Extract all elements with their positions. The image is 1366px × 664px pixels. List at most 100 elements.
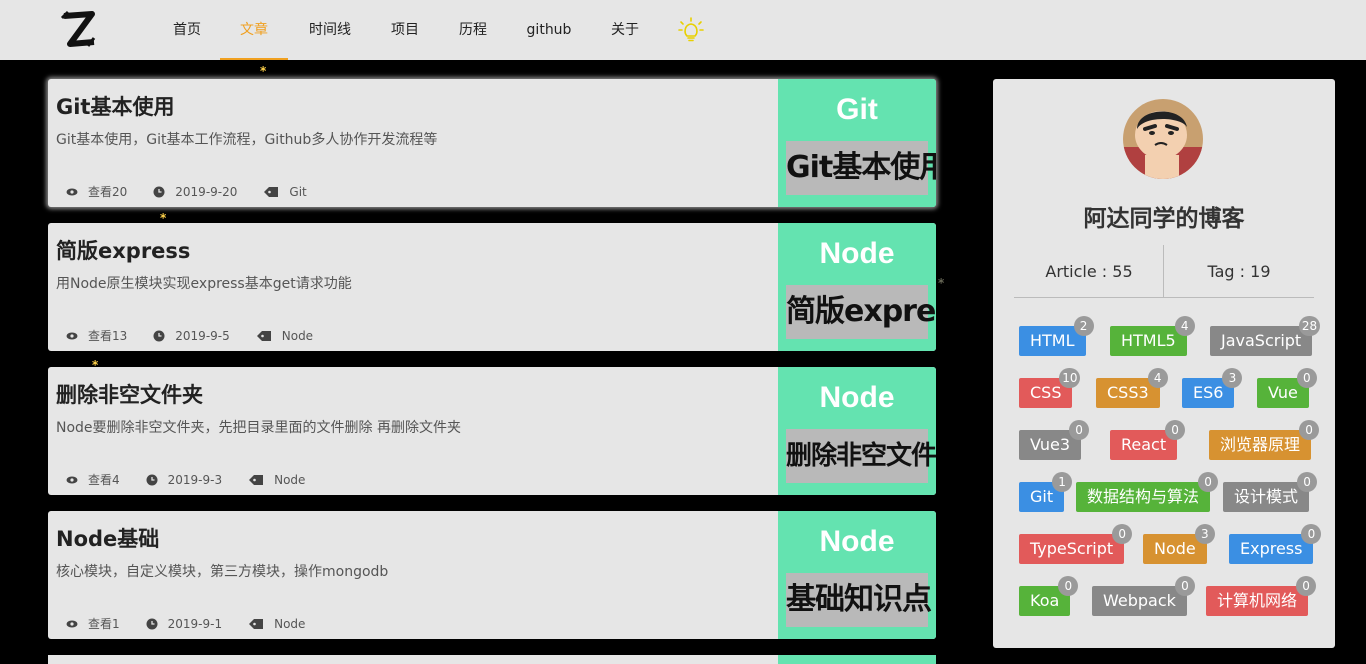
tag-webpack[interactable]: Webpack 0 [1092, 576, 1195, 616]
view-count: 查看1 [88, 617, 120, 631]
post-date: 2019-9-20 [175, 184, 238, 199]
article-desc: Node要删除非空文件夹，先把目录里面的文件删除 再删除文件夹 [56, 420, 461, 436]
article-title[interactable]: Node基础 [56, 523, 159, 553]
thumbnail-title: Node [819, 237, 895, 270]
tag-count-badge: 0 [1198, 472, 1219, 492]
thumbnail-subtitle: 删除非空文件夹 [786, 441, 936, 471]
tag-icon [256, 330, 271, 341]
eye-icon [66, 620, 78, 627]
article-thumbnail[interactable] [778, 655, 936, 664]
post-tag[interactable]: Node [274, 473, 305, 487]
sparkle-icon: * [260, 64, 267, 78]
thumbnail-subtitle: Git基本使用 [786, 150, 936, 185]
tag-node[interactable]: Node 3 [1143, 524, 1215, 564]
tag-css[interactable]: CSS 10 [1019, 368, 1081, 408]
tag-count-badge: 0 [1069, 420, 1090, 440]
tag-count-badge: 3 [1194, 524, 1215, 544]
article-card[interactable]: Node基础 核心模块，自定义模块，第三方模块，操作mongodb 查看1 20… [48, 511, 936, 639]
tag-browser-principles[interactable]: 浏览器原理 0 [1209, 420, 1320, 460]
tag-count-badge: 2 [1073, 316, 1094, 336]
nav-history[interactable]: 历程 [458, 0, 488, 60]
profile-sidebar: 阿达同学的博客 Article : 55 Tag : 19 HTML 2 HTML… [993, 79, 1335, 648]
article-title[interactable]: Git基本使用 [56, 91, 174, 121]
article-title[interactable]: 删除非空文件夹 [56, 379, 203, 409]
article-thumbnail[interactable]: Node 简版express [778, 223, 936, 351]
eye-icon [66, 332, 78, 339]
blog-stats: Article : 55 Tag : 19 [1014, 245, 1314, 298]
article-count[interactable]: Article : 55 [1014, 245, 1164, 298]
article-meta: 查看1 2019-9-1 Node [66, 615, 331, 632]
nav-articles[interactable]: 文章 [220, 0, 288, 60]
article-meta: 查看20 2019-9-20 Git [66, 183, 333, 200]
post-date: 2019-9-1 [167, 616, 223, 631]
article-card[interactable]: 删除非空文件夹 Node要删除非空文件夹，先把目录里面的文件删除 再删除文件夹 … [48, 367, 936, 495]
clock-icon [153, 186, 165, 197]
tag-html[interactable]: HTML 2 [1019, 316, 1094, 356]
article-title[interactable]: 简版express [56, 235, 190, 265]
article-thumbnail[interactable]: Git Git基本使用 [778, 79, 936, 207]
post-date: 2019-9-5 [175, 328, 230, 343]
thumbnail-title: Node [819, 381, 895, 414]
post-tag[interactable]: Node [282, 329, 313, 343]
tag-count-badge: 28 [1298, 316, 1321, 336]
nav-projects[interactable]: 项目 [390, 0, 420, 60]
tag-vue3[interactable]: Vue3 0 [1019, 420, 1090, 460]
sparkle-icon: * [938, 276, 945, 290]
tag-count-badge: 0 [1112, 524, 1133, 544]
clock-icon [153, 330, 165, 341]
top-nav: 首页 文章 时间线 项目 历程 github 关于 [0, 0, 1366, 60]
tag-css3[interactable]: CSS3 4 [1096, 368, 1168, 408]
post-tag[interactable]: Git [289, 185, 306, 199]
post-tag[interactable]: Node [274, 617, 305, 631]
tag-typescript[interactable]: TypeScript 0 [1019, 524, 1133, 564]
thumbnail-subtitle: 基础知识点 [786, 582, 932, 617]
thumbnail-title: Node [819, 525, 895, 558]
article-meta: 查看13 2019-9-5 Node [66, 327, 339, 344]
article-card[interactable] [48, 655, 936, 664]
tag-count-badge: 3 [1222, 368, 1243, 388]
article-thumbnail[interactable]: Node 基础知识点 [778, 511, 936, 639]
article-card[interactable]: Git基本使用 Git基本使用，Git基本工作流程，Github多人协作开发流程… [48, 79, 936, 207]
nav-home[interactable]: 首页 [172, 0, 202, 60]
tag-count-badge: 4 [1147, 368, 1168, 388]
view-count: 查看4 [88, 473, 120, 487]
tag-count-badge: 0 [1296, 368, 1317, 388]
tag-count-badge: 1 [1052, 472, 1073, 492]
tag-count-badge: 4 [1174, 316, 1195, 336]
lightbulb-icon[interactable] [678, 17, 704, 43]
thumbnail-title: Git [836, 93, 878, 126]
article-desc: 核心模块，自定义模块，第三方模块，操作mongodb [56, 564, 389, 580]
nav-about[interactable]: 关于 [610, 0, 640, 60]
article-card[interactable]: 简版express 用Node原生模块实现express基本get请求功能 查看… [48, 223, 936, 351]
tag-vue[interactable]: Vue 0 [1257, 368, 1317, 408]
tag-icon [249, 474, 264, 485]
nav-timeline[interactable]: 时间线 [308, 0, 352, 60]
nav-github[interactable]: github [526, 0, 572, 60]
post-date: 2019-9-3 [167, 472, 223, 487]
tag-count-badge: 0 [1174, 576, 1195, 596]
avatar[interactable] [1123, 99, 1203, 179]
clock-icon [146, 618, 158, 629]
tag-es6[interactable]: ES6 3 [1182, 368, 1243, 408]
tag-computer-networks[interactable]: 计算机网络 0 [1206, 576, 1317, 616]
tag-count-badge: 10 [1059, 368, 1081, 388]
tag-koa[interactable]: Koa 0 [1019, 576, 1079, 616]
tag-count-badge: 0 [1058, 576, 1079, 596]
eye-icon [66, 188, 78, 195]
tag-count-badge: 0 [1296, 576, 1317, 596]
clock-icon [146, 474, 158, 485]
article-desc: 用Node原生模块实现express基本get请求功能 [56, 276, 352, 292]
logo[interactable] [58, 8, 98, 52]
tag-express[interactable]: Express 0 [1229, 524, 1322, 564]
tag-count-badge: 0 [1299, 420, 1320, 440]
tag-git[interactable]: Git 1 [1019, 472, 1073, 512]
tag-icon [264, 186, 279, 197]
tag-html5[interactable]: HTML5 4 [1110, 316, 1195, 356]
tag-data-structures[interactable]: 数据结构与算法 0 [1076, 472, 1219, 512]
tag-react[interactable]: React 0 [1110, 420, 1186, 460]
article-thumbnail[interactable]: Node 删除非空文件夹 [778, 367, 936, 495]
tag-count[interactable]: Tag : 19 [1164, 245, 1314, 298]
tag-design-patterns[interactable]: 设计模式 0 [1223, 472, 1318, 512]
tag-javascript[interactable]: JavaScript 28 [1210, 316, 1321, 356]
tag-count-badge: 0 [1301, 524, 1322, 544]
